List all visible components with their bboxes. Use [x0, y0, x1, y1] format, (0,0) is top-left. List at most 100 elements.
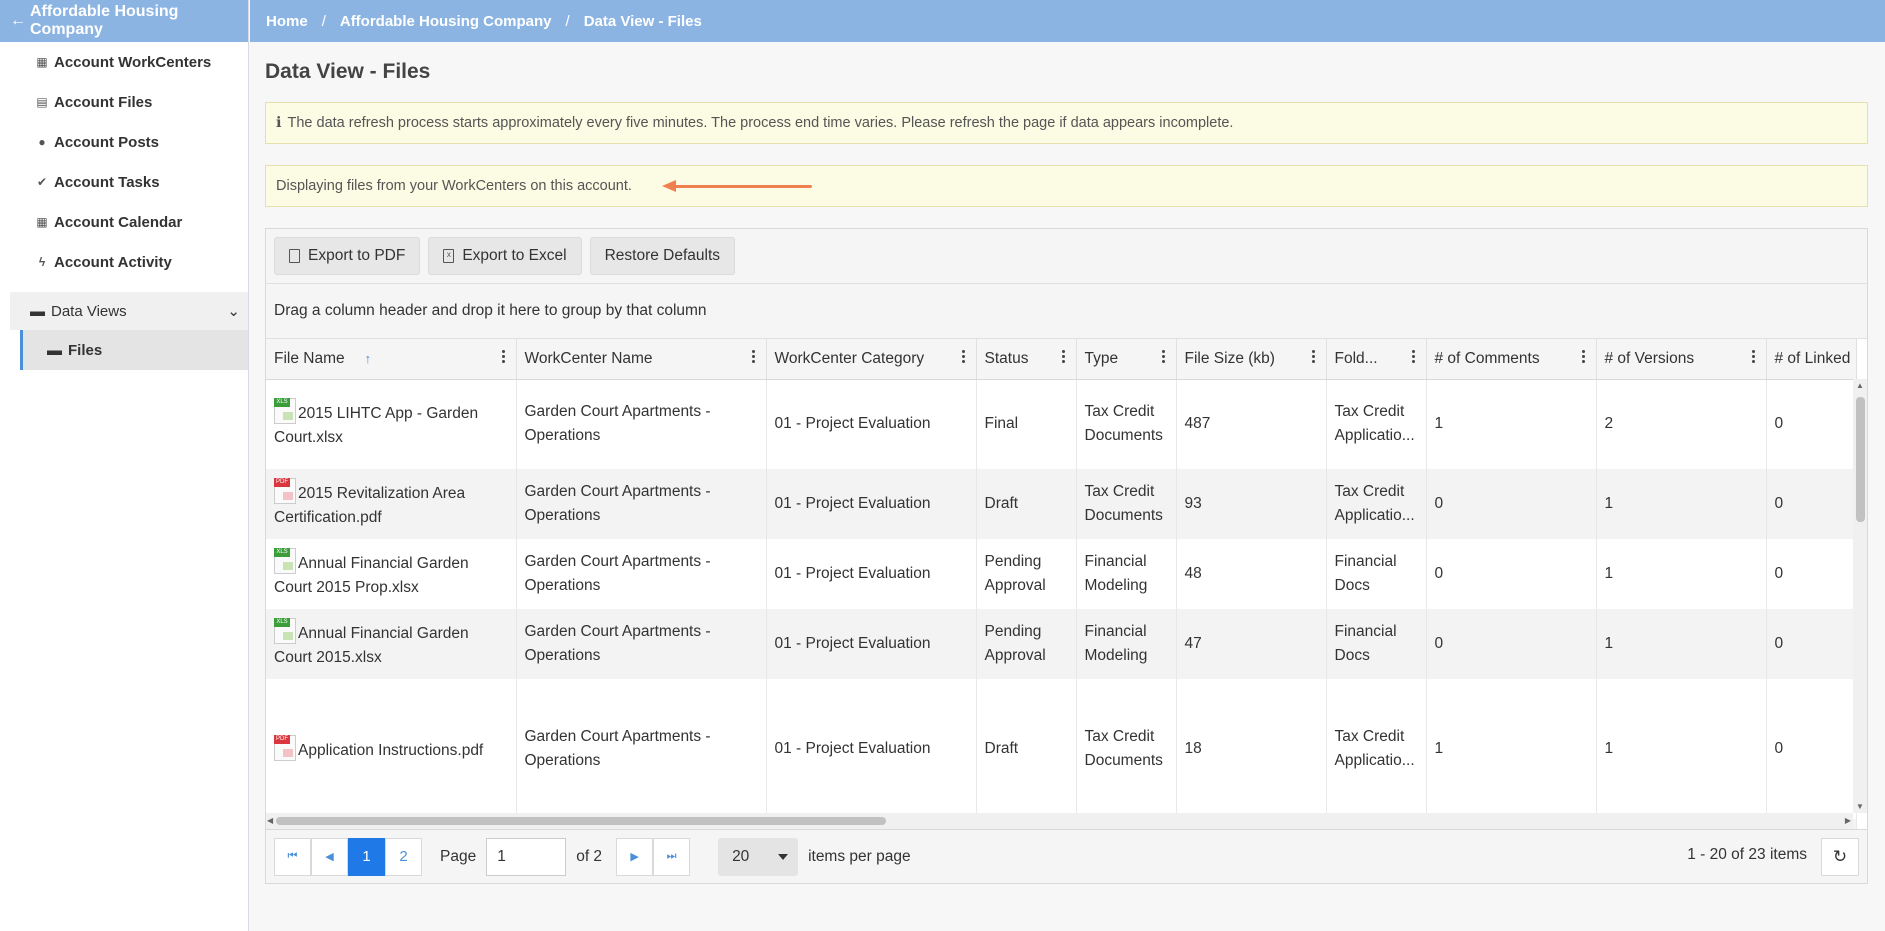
main-content: Data View - Files ℹ The data refresh pro…: [265, 42, 1868, 884]
sidebar-nav: ▦ Account WorkCenters ▤ Account Files ● Accou…: [0, 42, 248, 282]
column-menu-icon[interactable]: [1411, 350, 1416, 363]
sidebar-item-account-calendar[interactable]: ▦ Account Calendar: [0, 202, 248, 242]
horizontal-scrollbar[interactable]: ◀ ▶: [266, 813, 1853, 829]
column-header[interactable]: WorkCenter Category: [766, 339, 977, 380]
scope-text: Displaying files from your WorkCenters o…: [276, 178, 632, 194]
file-name[interactable]: 2015 LIHTC App - Garden Court.xlsx: [274, 405, 478, 446]
column-header[interactable]: Fold...: [1326, 339, 1427, 380]
column-menu-icon[interactable]: [1161, 350, 1166, 363]
sort-ascending-icon: ↑: [364, 350, 372, 366]
table-cell-name: Annual Financial Garden Court 2015 Prop.…: [266, 539, 517, 609]
column-menu-icon[interactable]: [501, 350, 506, 363]
column-header-label: WorkCenter Name: [524, 349, 653, 367]
scroll-right-icon[interactable]: ▶: [1845, 816, 1851, 825]
pdf-file-icon: [274, 478, 296, 504]
scroll-up-icon[interactable]: ▲: [1856, 381, 1864, 390]
file-name[interactable]: Annual Financial Garden Court 2015.xlsx: [274, 625, 469, 666]
sidebar-item-account-activity[interactable]: ϟ Account Activity: [0, 242, 248, 282]
next-page-button[interactable]: ▶: [616, 837, 654, 876]
table-cell-comments: 0: [1426, 469, 1597, 539]
column-menu-icon[interactable]: [1581, 350, 1586, 363]
column-header[interactable]: Status: [976, 339, 1077, 380]
table-cell-versions: 1: [1596, 679, 1767, 819]
sidebar-item-account-posts[interactable]: ● Account Posts: [0, 122, 248, 162]
table-cell-type: Financial Modeling: [1076, 609, 1177, 679]
sidebar-item-account-files[interactable]: ▤ Account Files: [0, 82, 248, 122]
breadcrumb-home[interactable]: Home: [266, 13, 308, 30]
xls-file-icon: [274, 548, 296, 574]
check-icon: ✔: [36, 175, 48, 189]
column-header-label: WorkCenter Category: [774, 349, 925, 367]
scroll-down-icon[interactable]: ▼: [1856, 802, 1864, 811]
column-header[interactable]: # of Comments: [1426, 339, 1597, 380]
table-cell-status: Final: [976, 379, 1077, 469]
table-cell-category: 01 - Project Evaluation: [766, 469, 977, 539]
column-menu-icon[interactable]: [751, 350, 756, 363]
refresh-button[interactable]: ↻: [1821, 838, 1859, 876]
per-page-label: items per page: [808, 847, 911, 865]
vertical-scrollbar[interactable]: ▲ ▼: [1853, 379, 1867, 813]
export-excel-button[interactable]: x Export to Excel: [428, 237, 582, 275]
table-cell-versions: 1: [1596, 539, 1767, 609]
book-icon: ▬: [47, 341, 62, 359]
column-menu-icon[interactable]: [1061, 350, 1066, 363]
table-row[interactable]: 2015 Revitalization Area Certification.p…: [266, 469, 1857, 539]
column-header[interactable]: Type: [1076, 339, 1177, 380]
page-2-button[interactable]: 2: [385, 837, 422, 876]
table-cell-workcenter: Garden Court Apartments - Operations: [516, 609, 767, 679]
page-title: Data View - Files: [265, 60, 431, 83]
sidebar-item-account-tasks[interactable]: ✔ Account Tasks: [0, 162, 248, 202]
table-row[interactable]: Annual Financial Garden Court 2015.xlsx G…: [266, 609, 1857, 679]
sidebar-group-label: Data Views: [51, 302, 127, 320]
sidebar-group-data-views[interactable]: ▬ Data Views ⌄: [10, 292, 248, 330]
page-number-input[interactable]: 1: [486, 837, 567, 876]
brand-label: Affordable Housing Company: [30, 3, 179, 38]
prev-page-button[interactable]: ◀: [311, 837, 348, 876]
table-cell-category: 01 - Project Evaluation: [766, 609, 977, 679]
file-name[interactable]: Application Instructions.pdf: [298, 742, 483, 759]
column-header-label: File Name: [274, 349, 345, 367]
vertical-scroll-thumb[interactable]: [1856, 397, 1865, 522]
column-header-label: Status: [984, 349, 1029, 367]
pager: ⏮ ◀ 1 2 Page 1 of 2 ▶ ⏭ 20 items per pag…: [266, 829, 1867, 883]
table-body: 2015 LIHTC App - Garden Court.xlsx Garden…: [266, 379, 1857, 829]
column-header[interactable]: WorkCenter Name: [516, 339, 767, 380]
brand-back-link[interactable]: ← Affordable Housing Company: [0, 0, 248, 42]
horizontal-scroll-thumb[interactable]: [276, 817, 886, 825]
sidebar-item-files[interactable]: ▬ Files: [20, 330, 248, 370]
file-name[interactable]: Annual Financial Garden Court 2015 Prop.…: [274, 555, 469, 596]
sidebar-item-account-workcenters[interactable]: ▦ Account WorkCenters: [0, 42, 248, 82]
column-header[interactable]: File Name ↑: [266, 339, 517, 380]
page-1-button[interactable]: 1: [348, 837, 385, 876]
breadcrumb-company[interactable]: Affordable Housing Company: [340, 13, 552, 30]
sidebar-item-label: Account WorkCenters: [54, 53, 212, 71]
column-header[interactable]: # of Linked: [1766, 339, 1857, 380]
sidebar-item-label: Account Activity: [54, 253, 172, 271]
table-row[interactable]: Application Instructions.pdf Garden Court…: [266, 679, 1857, 819]
table-cell-name: 2015 LIHTC App - Garden Court.xlsx: [266, 379, 517, 469]
last-page-button[interactable]: ⏭: [653, 837, 691, 876]
column-menu-icon[interactable]: [1311, 350, 1316, 363]
table-row[interactable]: Annual Financial Garden Court 2015 Prop.…: [266, 539, 1857, 609]
pager-info: 1 - 20 of 23 items: [1687, 846, 1807, 863]
table-cell-workcenter: Garden Court Apartments - Operations: [516, 379, 767, 469]
column-header[interactable]: File Size (kb): [1176, 339, 1327, 380]
page-label: Page: [440, 847, 477, 865]
grid-icon: ▦: [36, 55, 48, 69]
column-menu-icon[interactable]: [961, 350, 966, 363]
export-pdf-button[interactable]: Export to PDF: [274, 237, 421, 275]
files-grid: Export to PDF x Export to Excel Restore …: [265, 228, 1868, 884]
group-drop-zone[interactable]: Drag a column header and drop it here to…: [266, 284, 1867, 339]
column-header[interactable]: # of Versions: [1596, 339, 1767, 380]
column-menu-icon[interactable]: [1751, 350, 1756, 363]
table-cell-category: 01 - Project Evaluation: [766, 379, 977, 469]
table-cell-comments: 0: [1426, 539, 1597, 609]
restore-defaults-button[interactable]: Restore Defaults: [589, 237, 736, 275]
first-page-button[interactable]: ⏮: [274, 837, 311, 876]
scroll-left-icon[interactable]: ◀: [267, 816, 273, 825]
file-name[interactable]: 2015 Revitalization Area Certification.p…: [274, 485, 465, 526]
table-cell-linked: 0: [1766, 539, 1857, 609]
page-size-select[interactable]: 20: [718, 837, 799, 876]
table-cell-folder: Financial Docs: [1326, 539, 1427, 609]
table-row[interactable]: 2015 LIHTC App - Garden Court.xlsx Garden…: [266, 379, 1857, 469]
